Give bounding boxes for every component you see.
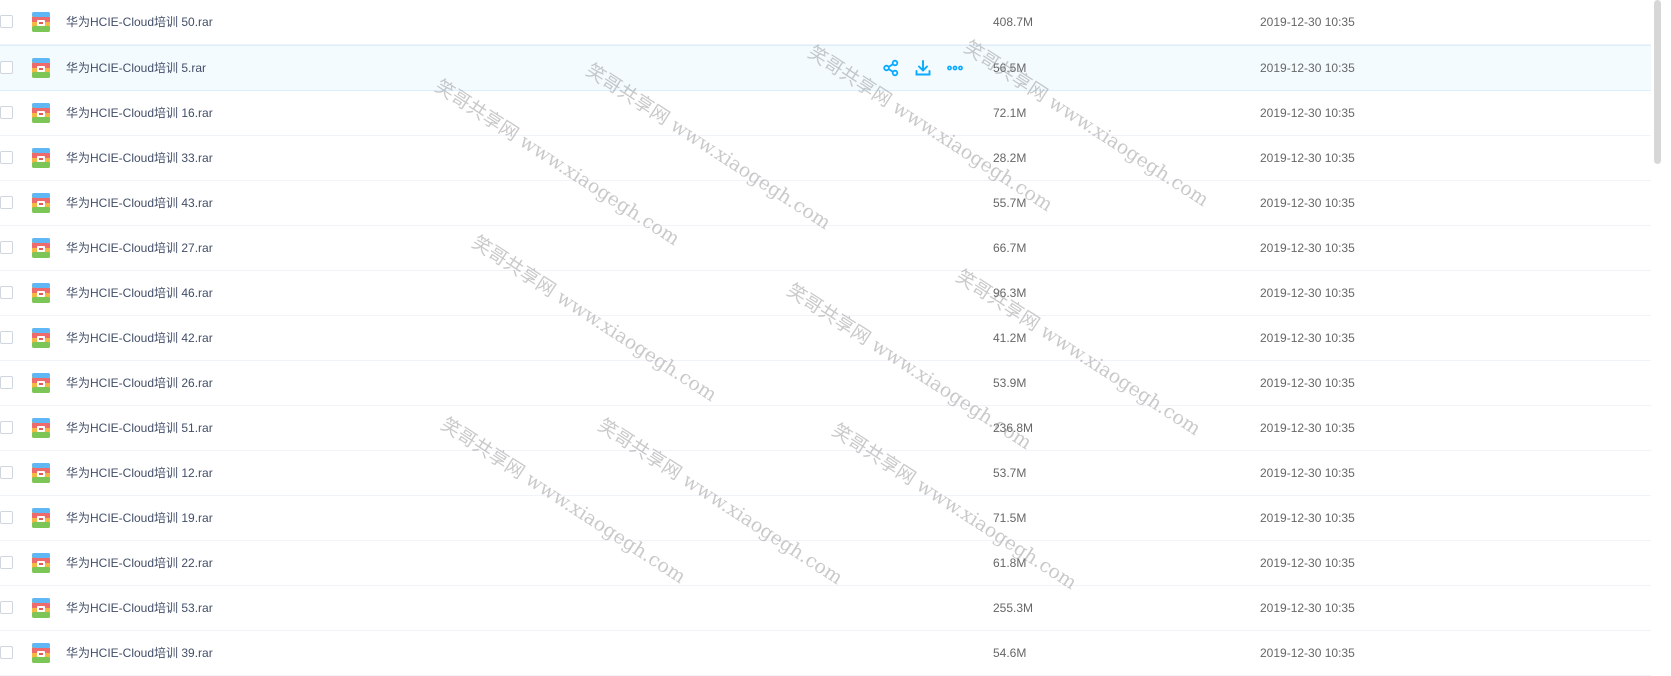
file-modified-date: 2019-12-30 10:35: [1260, 511, 1355, 525]
file-size: 72.1M: [993, 106, 1027, 120]
file-name[interactable]: 华为HCIE-Cloud培训 19.rar: [66, 496, 213, 540]
file-modified-date: 2019-12-30 10:35: [1260, 286, 1355, 300]
row-checkbox[interactable]: [0, 286, 13, 299]
rar-file-icon: [31, 598, 51, 618]
rar-file-icon: [31, 328, 51, 348]
file-row[interactable]: 华为HCIE-Cloud培训 19.rar 71.5M 2019-12-30 1…: [0, 496, 1651, 541]
file-modified-date: 2019-12-30 10:35: [1260, 196, 1355, 210]
rar-file-icon: [31, 643, 51, 663]
vertical-scrollbar[interactable]: [1654, 0, 1661, 650]
rar-file-icon: [31, 238, 51, 258]
row-checkbox[interactable]: [0, 511, 13, 524]
file-modified-date: 2019-12-30 10:35: [1260, 376, 1355, 390]
file-size: 71.5M: [993, 511, 1027, 525]
file-row[interactable]: 华为HCIE-Cloud培训 39.rar 54.6M 2019-12-30 1…: [0, 631, 1651, 676]
file-row[interactable]: 华为HCIE-Cloud培训 50.rar 408.7M 2019-12-30 …: [0, 0, 1651, 45]
rar-file-icon: [31, 373, 51, 393]
file-modified-date: 2019-12-30 10:35: [1260, 466, 1355, 480]
file-name[interactable]: 华为HCIE-Cloud培训 27.rar: [66, 226, 213, 270]
row-checkbox[interactable]: [0, 376, 13, 389]
file-name[interactable]: 华为HCIE-Cloud培训 43.rar: [66, 181, 213, 225]
file-name[interactable]: 华为HCIE-Cloud培训 12.rar: [66, 451, 213, 495]
row-checkbox[interactable]: [0, 646, 13, 659]
download-icon[interactable]: [911, 56, 935, 80]
file-modified-date: 2019-12-30 10:35: [1260, 556, 1355, 570]
file-size: 53.7M: [993, 466, 1027, 480]
file-row[interactable]: 华为HCIE-Cloud培训 27.rar 66.7M 2019-12-30 1…: [0, 226, 1651, 271]
file-size: 28.2M: [993, 151, 1027, 165]
file-modified-date: 2019-12-30 10:35: [1260, 601, 1355, 615]
row-hover-actions: [879, 56, 967, 80]
row-checkbox[interactable]: [0, 15, 13, 28]
file-row[interactable]: 华为HCIE-Cloud培训 12.rar 53.7M 2019-12-30 1…: [0, 451, 1651, 496]
rar-file-icon: [31, 193, 51, 213]
row-checkbox[interactable]: [0, 466, 13, 479]
row-checkbox[interactable]: [0, 556, 13, 569]
row-checkbox[interactable]: [0, 196, 13, 209]
file-modified-date: 2019-12-30 10:35: [1260, 15, 1355, 29]
file-size: 56.5M: [993, 61, 1027, 75]
file-modified-date: 2019-12-30 10:35: [1260, 331, 1355, 345]
file-name[interactable]: 华为HCIE-Cloud培训 26.rar: [66, 361, 213, 405]
row-checkbox[interactable]: [0, 241, 13, 254]
rar-file-icon: [31, 283, 51, 303]
file-row[interactable]: 华为HCIE-Cloud培训 33.rar 28.2M 2019-12-30 1…: [0, 136, 1651, 181]
file-name[interactable]: 华为HCIE-Cloud培训 53.rar: [66, 586, 213, 630]
rar-file-icon: [31, 508, 51, 528]
file-name[interactable]: 华为HCIE-Cloud培训 50.rar: [66, 0, 213, 44]
file-modified-date: 2019-12-30 10:35: [1260, 106, 1355, 120]
row-checkbox[interactable]: [0, 601, 13, 614]
file-row[interactable]: 华为HCIE-Cloud培训 51.rar 236.8M 2019-12-30 …: [0, 406, 1651, 451]
file-size: 41.2M: [993, 331, 1027, 345]
file-modified-date: 2019-12-30 10:35: [1260, 646, 1355, 660]
file-modified-date: 2019-12-30 10:35: [1260, 421, 1355, 435]
file-name[interactable]: 华为HCIE-Cloud培训 46.rar: [66, 271, 213, 315]
row-checkbox[interactable]: [0, 421, 13, 434]
file-name[interactable]: 华为HCIE-Cloud培训 39.rar: [66, 631, 213, 675]
file-row[interactable]: 华为HCIE-Cloud培训 46.rar 96.3M 2019-12-30 1…: [0, 271, 1651, 316]
rar-file-icon: [31, 418, 51, 438]
file-name[interactable]: 华为HCIE-Cloud培训 51.rar: [66, 406, 213, 450]
file-row[interactable]: 华为HCIE-Cloud培训 43.rar 55.7M 2019-12-30 1…: [0, 181, 1651, 226]
file-modified-date: 2019-12-30 10:35: [1260, 151, 1355, 165]
file-row[interactable]: 华为HCIE-Cloud培训 22.rar 61.8M 2019-12-30 1…: [0, 541, 1651, 586]
file-row[interactable]: 华为HCIE-Cloud培训 16.rar 72.1M 2019-12-30 1…: [0, 91, 1651, 136]
file-size: 61.8M: [993, 556, 1027, 570]
file-row[interactable]: 华为HCIE-Cloud培训 5.rar 56.5M 2019-12-30 10…: [0, 45, 1651, 91]
row-checkbox[interactable]: [0, 61, 13, 74]
scrollbar-thumb[interactable]: [1654, 0, 1661, 164]
rar-file-icon: [31, 553, 51, 573]
file-name[interactable]: 华为HCIE-Cloud培训 22.rar: [66, 541, 213, 585]
file-size: 96.3M: [993, 286, 1027, 300]
file-size: 55.7M: [993, 196, 1027, 210]
file-size: 53.9M: [993, 376, 1027, 390]
rar-file-icon: [31, 103, 51, 123]
more-icon[interactable]: [943, 56, 967, 80]
file-size: 66.7M: [993, 241, 1027, 255]
rar-file-icon: [31, 12, 51, 32]
file-modified-date: 2019-12-30 10:35: [1260, 61, 1355, 75]
file-row[interactable]: 华为HCIE-Cloud培训 42.rar 41.2M 2019-12-30 1…: [0, 316, 1651, 361]
rar-file-icon: [31, 58, 51, 78]
row-checkbox[interactable]: [0, 151, 13, 164]
file-size: 236.8M: [993, 421, 1034, 435]
file-name[interactable]: 华为HCIE-Cloud培训 42.rar: [66, 316, 213, 360]
file-row[interactable]: 华为HCIE-Cloud培训 53.rar 255.3M 2019-12-30 …: [0, 586, 1651, 631]
row-checkbox[interactable]: [0, 331, 13, 344]
rar-file-icon: [31, 148, 51, 168]
file-size: 255.3M: [993, 601, 1034, 615]
file-list: 华为HCIE-Cloud培训 50.rar 408.7M 2019-12-30 …: [0, 0, 1651, 676]
file-row[interactable]: 华为HCIE-Cloud培训 26.rar 53.9M 2019-12-30 1…: [0, 361, 1651, 406]
share-icon[interactable]: [879, 56, 903, 80]
file-name[interactable]: 华为HCIE-Cloud培训 16.rar: [66, 91, 213, 135]
file-name[interactable]: 华为HCIE-Cloud培训 33.rar: [66, 136, 213, 180]
file-size: 408.7M: [993, 15, 1034, 29]
file-modified-date: 2019-12-30 10:35: [1260, 241, 1355, 255]
rar-file-icon: [31, 463, 51, 483]
file-size: 54.6M: [993, 646, 1027, 660]
file-name[interactable]: 华为HCIE-Cloud培训 5.rar: [66, 46, 206, 90]
row-checkbox[interactable]: [0, 106, 13, 119]
